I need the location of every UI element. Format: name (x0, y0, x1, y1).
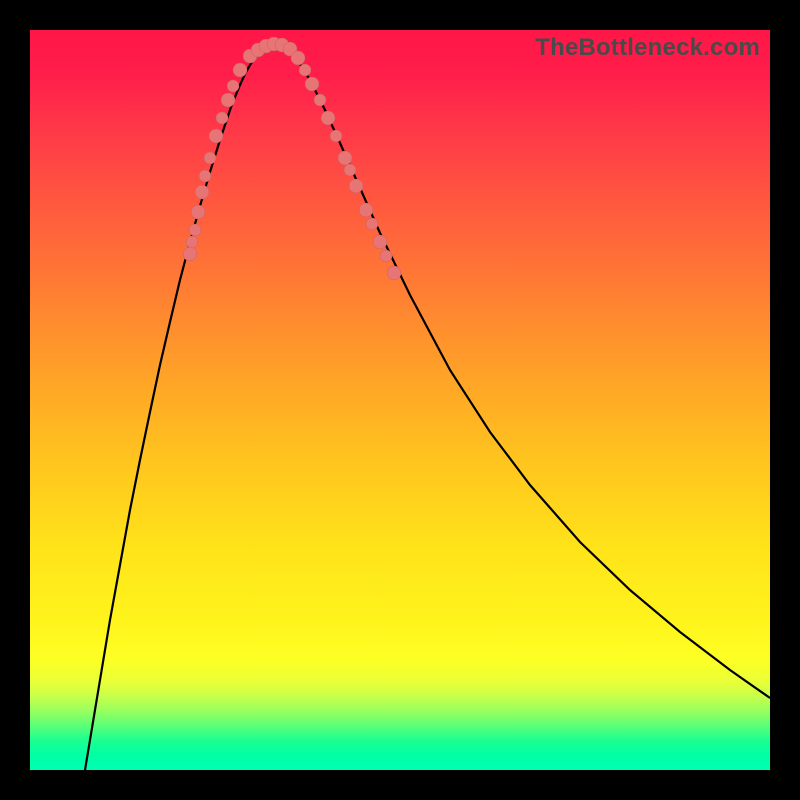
marker-dot (186, 236, 198, 248)
plot-area: TheBottleneck.com (30, 30, 770, 770)
marker-dot (305, 77, 319, 91)
marker-dot (204, 152, 216, 164)
marker-dot (216, 112, 228, 124)
marker-dot (344, 164, 356, 176)
curve-layer (30, 30, 770, 770)
marker-dot (189, 224, 201, 236)
marker-dot (349, 179, 363, 193)
marker-dot (183, 247, 197, 261)
marker-dot (321, 111, 335, 125)
marker-dot (314, 94, 326, 106)
marker-dot (373, 235, 387, 249)
marker-dot (380, 250, 392, 262)
marker-dot (191, 205, 205, 219)
bottleneck-curve (85, 45, 770, 770)
marker-dot (299, 64, 311, 76)
marker-dot (209, 129, 223, 143)
marker-dot (387, 266, 401, 280)
marker-dot (233, 63, 247, 77)
marker-dot (199, 170, 211, 182)
marker-dot (366, 218, 378, 230)
marker-dot (195, 185, 209, 199)
watermark-text: TheBottleneck.com (535, 34, 760, 62)
marker-dot (227, 80, 239, 92)
chart-frame: TheBottleneck.com (0, 0, 800, 800)
data-markers (183, 37, 401, 280)
marker-dot (291, 51, 305, 65)
marker-dot (221, 93, 235, 107)
marker-dot (359, 203, 373, 217)
marker-dot (338, 151, 352, 165)
marker-dot (330, 130, 342, 142)
